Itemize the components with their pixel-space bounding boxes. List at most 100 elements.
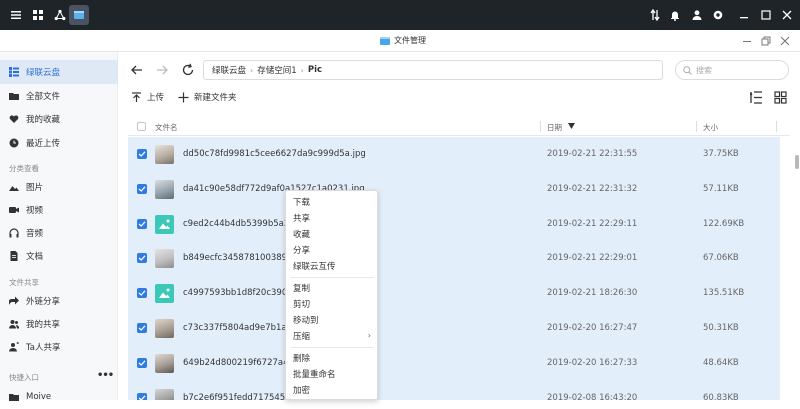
table-row[interactable]: da41c90e58df772d9af0a1527c1a0231.jpg 2019… <box>128 171 780 207</box>
main-panel: 绿联云盘 › 存储空间1 › Pic 搜索 上传 新建文件夹 文件名 日期 大小… <box>118 52 800 400</box>
sidebar-item-all-files[interactable]: 全部文件 <box>0 84 118 108</box>
vertical-scrollbar[interactable] <box>795 155 799 169</box>
window-restore-icon[interactable] <box>760 35 772 47</box>
sidebar-item-ugreen-cloud[interactable]: 绿联云盘 <box>0 60 118 84</box>
file-size: 67.06KB <box>703 253 739 264</box>
check-icon <box>138 220 146 227</box>
window-close-icon[interactable] <box>779 35 791 47</box>
breadcrumb-item-current[interactable]: Pic <box>308 65 322 75</box>
column-header-name[interactable]: 文件名 <box>155 122 178 133</box>
menu-item-ugreen-transfer[interactable]: 绿联云互传 <box>286 258 379 274</box>
table-row[interactable]: b849ecfc345878100389f0 2019-02-21 22:29:0… <box>128 241 780 277</box>
sidebar-section-category: 分类查看 <box>9 164 39 173</box>
image-thumbnail <box>155 319 174 338</box>
row-checkbox[interactable] <box>137 323 147 333</box>
menu-item-share-folder[interactable]: 共享 <box>286 210 379 226</box>
forward-arrow-icon[interactable] <box>155 63 169 77</box>
window-title-text: 文件管理 <box>394 36 426 45</box>
menu-item-download[interactable]: 下载 <box>286 194 379 210</box>
check-icon <box>138 325 146 331</box>
close-icon[interactable] <box>777 5 797 25</box>
sidebar-item-videos[interactable]: 视频 <box>0 198 118 222</box>
sidebar-item-link-share[interactable]: 外链分享 <box>0 289 118 313</box>
heart-icon <box>9 115 19 123</box>
row-checkbox[interactable] <box>137 218 147 229</box>
table-row[interactable]: c4997593bb1d8f20c3907f 2019-02-21 18:26:3… <box>128 276 780 312</box>
select-all-checkbox[interactable] <box>137 122 146 131</box>
upload-button[interactable]: 上传 <box>131 91 164 103</box>
maximize-icon[interactable] <box>756 5 776 25</box>
sort-list-icon[interactable] <box>750 91 763 104</box>
table-row[interactable]: c73c337f5804ad9e7b1a5 2019-02-20 16:27:47… <box>128 311 780 346</box>
apps-icon[interactable] <box>28 5 48 25</box>
sidebar-item-favorites[interactable]: 我的收藏 <box>0 107 118 131</box>
menu-item-compress[interactable]: 压缩 › <box>286 328 379 344</box>
breadcrumb-item[interactable]: 绿联云盘 <box>212 64 246 76</box>
chevron-right-icon: › <box>250 65 254 75</box>
back-arrow-icon[interactable] <box>130 63 144 77</box>
menu-item-move-to[interactable]: 移动到 <box>286 312 379 328</box>
table-row[interactable]: c9ed2c44b4db5399b5a205 2019-02-21 22:29:1… <box>128 206 780 242</box>
person-share-icon <box>9 342 19 352</box>
sidebar-item-label: Ta人共享 <box>26 343 61 353</box>
image-thumbnail <box>155 388 174 400</box>
menu-item-share[interactable]: 分享 <box>286 242 379 258</box>
sidebar-item-label: Moive <box>26 392 52 402</box>
menu-item-cut[interactable]: 剪切 <box>286 296 379 312</box>
sidebar-item-audio[interactable]: 音频 <box>0 221 118 245</box>
file-list: dd50c78fd9981c5cee6627da9c999d5a.jpg 2019… <box>128 137 790 400</box>
more-options-icon[interactable]: ••• <box>97 370 114 381</box>
column-divider[interactable] <box>776 121 777 132</box>
window-minimize-icon[interactable] <box>741 35 753 47</box>
row-checkbox[interactable] <box>137 253 147 264</box>
row-checkbox[interactable] <box>137 288 147 299</box>
column-divider[interactable] <box>696 121 697 132</box>
menu-item-batch-rename[interactable]: 批量重命名 <box>286 366 379 382</box>
share-network-icon[interactable] <box>50 5 70 25</box>
folder-icon <box>9 394 19 401</box>
column-header-size[interactable]: 大小 <box>703 122 718 133</box>
table-row[interactable]: dd50c78fd9981c5cee6627da9c999d5a.jpg 2019… <box>128 137 780 172</box>
clock-icon <box>9 138 19 148</box>
sidebar-item-documents[interactable]: 文档 <box>0 244 118 268</box>
upload-icon <box>132 91 141 102</box>
breadcrumb-item[interactable]: 存储空间1 <box>257 64 296 76</box>
row-checkbox[interactable] <box>137 392 147 400</box>
grid-view-icon[interactable] <box>774 91 787 104</box>
image-placeholder-icon <box>155 284 174 304</box>
file-date: 2019-02-20 16:27:33 <box>547 357 638 368</box>
row-checkbox[interactable] <box>137 149 147 159</box>
sidebar-item-others-shares[interactable]: Ta人共享 <box>0 335 118 359</box>
image-thumbnail <box>155 353 174 373</box>
file-date: 2019-02-21 22:31:55 <box>547 149 638 159</box>
user-icon[interactable] <box>687 5 707 25</box>
sidebar-item-recent-uploads[interactable]: 最近上传 <box>0 131 118 155</box>
minimize-icon[interactable] <box>734 5 754 25</box>
bell-icon[interactable] <box>665 5 685 25</box>
menu-item-copy[interactable]: 复制 <box>286 280 379 296</box>
file-manager-app-icon[interactable] <box>69 5 89 25</box>
row-checkbox[interactable] <box>137 357 147 368</box>
sidebar-item-images[interactable]: 图片 <box>0 175 118 199</box>
refresh-icon[interactable] <box>181 63 195 77</box>
sidebar-item-label: 全部文件 <box>26 92 61 102</box>
sidebar-item-label: 我的共享 <box>26 320 61 330</box>
sidebar-item-moive[interactable]: Moive <box>0 385 118 409</box>
menu-item-favorite[interactable]: 收藏 <box>286 226 379 242</box>
sidebar-item-my-shares[interactable]: 我的共享 <box>0 312 118 336</box>
context-menu: 下载 共享 收藏 分享 绿联云互传 复制 剪切 移动到 压缩 › 删除 批量重命… <box>285 190 378 400</box>
table-row[interactable]: b7c2e6f951fedd7175451e 2019-02-08 16:43:2… <box>128 380 780 400</box>
new-folder-button[interactable]: 新建文件夹 <box>178 91 237 103</box>
column-divider[interactable] <box>540 121 541 132</box>
menu-icon[interactable] <box>6 5 26 25</box>
search-input[interactable]: 搜索 <box>675 60 789 80</box>
table-row[interactable]: 649b24d800219f6727a46 2019-02-20 16:27:33… <box>128 345 780 381</box>
menu-item-encrypt[interactable]: 加密 <box>286 382 379 398</box>
sort-descending-icon[interactable] <box>568 123 575 129</box>
row-checkbox[interactable] <box>137 183 147 194</box>
file-size: 60.83KB <box>703 392 739 400</box>
settings-icon[interactable] <box>708 5 728 25</box>
menu-item-delete[interactable]: 删除 <box>286 350 379 366</box>
column-header-date[interactable]: 日期 <box>547 122 562 133</box>
sync-icon[interactable] <box>645 5 665 25</box>
